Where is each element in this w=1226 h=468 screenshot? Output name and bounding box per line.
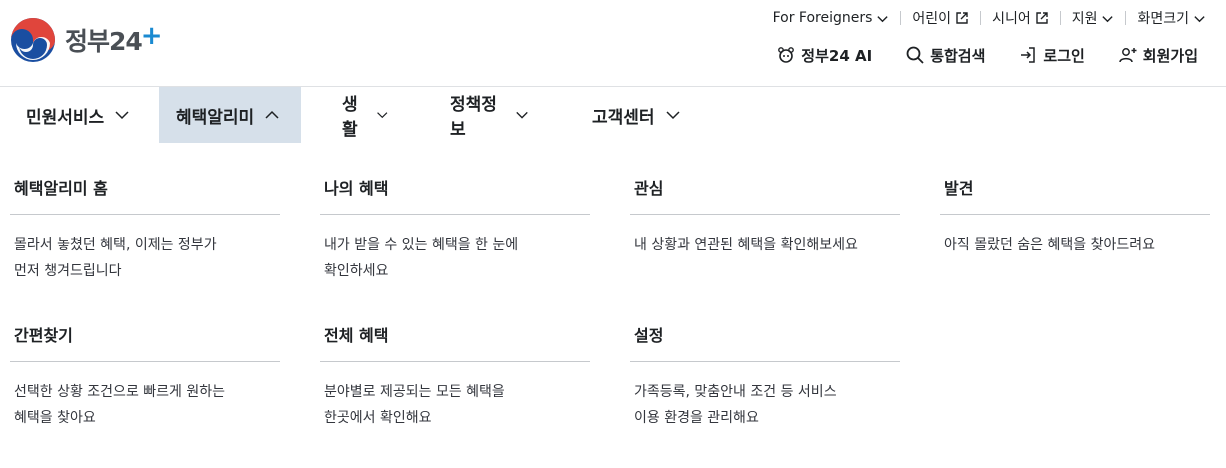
nav-customer-center[interactable]: 고객센터 <box>547 87 717 143</box>
submenu-link-settings[interactable]: 설정 <box>630 324 900 348</box>
divider <box>1059 11 1061 25</box>
site-header: 정부24 + For Foreigners 어린이 시니어 지원 화면크기 정부… <box>0 0 1226 86</box>
divider <box>900 11 902 25</box>
login-button[interactable]: 로그인 <box>1018 45 1085 66</box>
divider <box>630 214 900 215</box>
nav-label: 생활 <box>342 95 358 140</box>
nav-civil-service[interactable]: 민원서비스 <box>8 87 159 143</box>
submenu-block: 간편찾기 선택한 상황 조건으로 빠르게 원하는 혜택을 찾아요 <box>10 324 280 431</box>
login-icon <box>1021 47 1036 63</box>
search-label: 통합검색 <box>930 46 986 65</box>
divider <box>630 361 900 362</box>
chevron-up-icon <box>265 110 279 119</box>
submenu-link-benefit-home[interactable]: 혜택알리미 홈 <box>10 177 280 201</box>
support-menu[interactable]: 지원 <box>1072 8 1115 28</box>
nav-label: 고객센터 <box>592 107 655 128</box>
submenu-description: 몰라서 놓쳤던 혜택, 이제는 정부가 먼저 챙겨드립니다 <box>14 237 217 279</box>
nav-life[interactable]: 생활 <box>309 87 407 143</box>
nav-label: 혜택알리미 <box>176 107 255 128</box>
chevron-down-icon <box>666 111 680 120</box>
search-icon <box>906 46 924 64</box>
chevron-down-icon <box>877 15 889 22</box>
submenu-description: 선택한 상황 조건으로 빠르게 원하는 혜택을 찾아요 <box>14 384 225 426</box>
divider <box>320 361 590 362</box>
chevron-down-icon <box>516 111 528 119</box>
submenu-block: 전체 혜택 분야별로 제공되는 모든 혜택을 한곳에서 확인해요 <box>320 324 590 431</box>
ai-assistant-icon <box>778 47 795 63</box>
benefit-alert-submenu: 혜택알리미 홈 몰라서 놓쳤던 혜택, 이제는 정부가 먼저 챙겨드립니다 나의… <box>0 143 1226 468</box>
utility-actions: 정부24 AI 통합검색 로그인 회원가입 <box>776 42 1198 68</box>
screen-size-menu[interactable]: 화면크기 <box>1137 8 1206 28</box>
submenu-description: 내가 받을 수 있는 혜택을 한 눈에 확인하세요 <box>324 237 519 279</box>
signup-label: 회원가입 <box>1142 46 1198 65</box>
divider <box>1125 11 1127 25</box>
nav-label: 민원서비스 <box>26 107 105 128</box>
submenu-description: 분야별로 제공되는 모든 혜택을 한곳에서 확인해요 <box>324 384 505 426</box>
submenu-block: 관심 내 상황과 연관된 혜택을 확인해보세요 <box>630 177 900 258</box>
submenu-link-all-benefits[interactable]: 전체 혜택 <box>320 324 590 348</box>
nav-policy-info[interactable]: 정책정보 <box>407 87 547 143</box>
submenu-block: 발견 아직 몰랐던 숨은 혜택을 찾아드려요 <box>940 177 1210 258</box>
ai-assistant-button[interactable]: 정부24 AI <box>776 45 872 66</box>
senior-link[interactable]: 시니어 <box>992 8 1049 28</box>
submenu-block: 혜택알리미 홈 몰라서 놓쳤던 혜택, 이제는 정부가 먼저 챙겨드립니다 <box>10 177 280 284</box>
logo-wordmark: 정부24 <box>65 27 143 56</box>
for-foreigners-label: For Foreigners <box>772 10 873 26</box>
divider <box>10 214 280 215</box>
main-navigation: 민원서비스 혜택알리미 생활 정책정보 고객센터 <box>8 87 717 143</box>
signup-button[interactable]: 회원가입 <box>1118 45 1198 66</box>
chevron-down-icon <box>1194 15 1205 22</box>
kids-link[interactable]: 어린이 <box>912 8 969 28</box>
chevron-down-icon <box>115 111 129 120</box>
user-add-icon <box>1119 48 1137 63</box>
submenu-link-discover[interactable]: 발견 <box>940 177 1210 201</box>
nav-label: 정책정보 <box>450 95 497 140</box>
screen-size-label: 화면크기 <box>1137 11 1189 27</box>
submenu-description: 아직 몰랐던 숨은 혜택을 찾아드려요 <box>944 237 1155 253</box>
external-link-icon <box>1036 12 1048 24</box>
for-foreigners-menu[interactable]: For Foreigners <box>773 10 890 26</box>
login-label: 로그인 <box>1043 46 1085 65</box>
submenu-link-quick-find[interactable]: 간편찾기 <box>10 324 280 348</box>
divider <box>320 214 590 215</box>
ai-assistant-label: 정부24 AI <box>801 46 873 65</box>
utility-links: For Foreigners 어린이 시니어 지원 화면크기 <box>773 8 1206 28</box>
divider <box>10 361 280 362</box>
nav-benefit-alert[interactable]: 혜택알리미 <box>159 87 301 143</box>
submenu-link-interests[interactable]: 관심 <box>630 177 900 201</box>
divider <box>980 11 982 25</box>
logo-text: 정부24 + <box>65 21 163 58</box>
site-logo[interactable]: 정부24 + <box>10 17 163 63</box>
kids-label: 어린이 <box>912 11 952 27</box>
external-link-icon <box>956 12 968 24</box>
logo-plus-icon: + <box>140 21 163 51</box>
submenu-description: 가족등록, 맞춤안내 조건 등 서비스 이용 환경을 관리해요 <box>634 384 837 426</box>
search-button[interactable]: 통합검색 <box>905 45 985 66</box>
submenu-link-my-benefits[interactable]: 나의 혜택 <box>320 177 590 201</box>
chevron-down-icon <box>1102 15 1114 22</box>
senior-label: 시니어 <box>992 11 1031 27</box>
submenu-block: 나의 혜택 내가 받을 수 있는 혜택을 한 눈에 확인하세요 <box>320 177 590 284</box>
chevron-down-icon <box>377 112 388 119</box>
support-label: 지원 <box>1071 11 1098 27</box>
taegeuk-emblem-icon <box>11 18 55 62</box>
divider <box>940 214 1210 215</box>
submenu-description: 내 상황과 연관된 혜택을 확인해보세요 <box>634 237 858 253</box>
submenu-block: 설정 가족등록, 맞춤안내 조건 등 서비스 이용 환경을 관리해요 <box>630 324 900 431</box>
